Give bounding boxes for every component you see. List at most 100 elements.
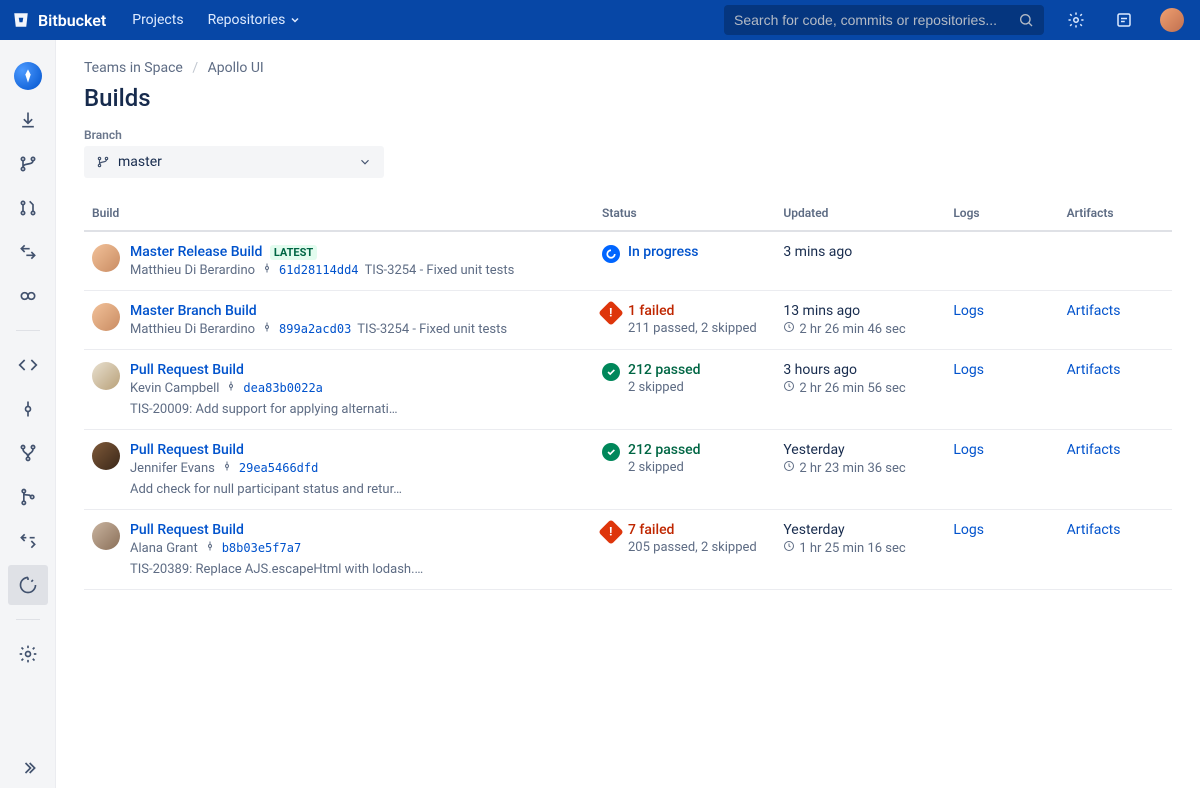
- author: Matthieu Di Berardino: [130, 263, 255, 278]
- sidebar: [0, 40, 56, 788]
- help-button[interactable]: [1108, 4, 1140, 36]
- logs-link[interactable]: Logs: [953, 362, 984, 378]
- sidebar-branches[interactable]: [8, 144, 48, 184]
- help-icon: [1115, 11, 1133, 29]
- breadcrumb-separator: /: [192, 60, 198, 76]
- author: Matthieu Di Berardino: [130, 322, 255, 337]
- profile-button[interactable]: [1156, 4, 1188, 36]
- table-row: Master Branch Build Matthieu Di Berardin…: [84, 291, 1172, 350]
- avatar: [92, 522, 120, 550]
- chevron-down-icon: [289, 14, 301, 26]
- updated-when: 13 mins ago: [783, 303, 937, 319]
- status-secondary: 211 passed, 2 skipped: [628, 321, 757, 336]
- sidebar-settings[interactable]: [8, 634, 48, 674]
- commit-icon: [261, 262, 273, 278]
- commit-hash[interactable]: 61d28114dd4: [279, 263, 358, 277]
- divider: [16, 619, 40, 620]
- settings-button[interactable]: [1060, 4, 1092, 36]
- sidebar-pullrequests[interactable]: [8, 188, 48, 228]
- link-icon: [18, 286, 38, 306]
- breadcrumb-project[interactable]: Teams in Space: [84, 60, 183, 76]
- duration: 2 hr 26 min 46 sec: [783, 321, 937, 337]
- build-title[interactable]: Pull Request Build: [130, 442, 244, 458]
- build-title[interactable]: Pull Request Build: [130, 522, 244, 538]
- sidebar-compare[interactable]: [8, 232, 48, 272]
- duration: 2 hr 23 min 36 sec: [783, 460, 937, 476]
- search-input[interactable]: [734, 12, 1010, 28]
- duration: 2 hr 26 min 56 sec: [783, 380, 937, 396]
- sidebar-commits[interactable]: [8, 389, 48, 429]
- author: Jennifer Evans: [130, 461, 215, 476]
- build-title[interactable]: Master Branch Build: [130, 303, 257, 319]
- avatar: [92, 303, 120, 331]
- sidebar-builds[interactable]: [8, 565, 48, 605]
- download-icon: [18, 110, 38, 130]
- commit-message: TIS-3254 - Fixed unit tests: [365, 263, 515, 278]
- commit-hash[interactable]: b8b03e5f7a7: [222, 541, 301, 555]
- branch-selector[interactable]: master: [84, 146, 384, 178]
- col-updated: Updated: [775, 198, 945, 231]
- main-content: Teams in Space / Apollo UI Builds Branch…: [56, 40, 1200, 788]
- branch-selected: master: [118, 154, 162, 170]
- table-row: Pull Request Build Kevin Campbell dea83b…: [84, 350, 1172, 430]
- breadcrumb-repo[interactable]: Apollo UI: [208, 60, 264, 76]
- build-title[interactable]: Master Release Build: [130, 244, 262, 260]
- sidebar-pipelines[interactable]: [8, 276, 48, 316]
- logs-link[interactable]: Logs: [953, 442, 984, 458]
- artifacts-link[interactable]: Artifacts: [1067, 442, 1121, 458]
- nav-repositories[interactable]: Repositories: [198, 6, 312, 34]
- branch-icon: [18, 443, 38, 463]
- col-logs: Logs: [945, 198, 1058, 231]
- sidebar-expand[interactable]: [8, 748, 48, 788]
- logs-link[interactable]: Logs: [953, 522, 984, 538]
- status-primary: 212 passed: [628, 442, 701, 458]
- nav-projects-label: Projects: [132, 12, 183, 28]
- brand[interactable]: Bitbucket: [12, 11, 106, 30]
- builds-table: Build Status Updated Logs Artifacts Mast…: [84, 198, 1172, 590]
- global-search[interactable]: [724, 5, 1044, 35]
- avatar: [92, 244, 120, 272]
- status-secondary: 2 skipped: [628, 380, 701, 395]
- fork-icon: [18, 531, 38, 551]
- search-icon: [1018, 12, 1034, 28]
- artifacts-link[interactable]: Artifacts: [1067, 303, 1121, 319]
- nav-projects[interactable]: Projects: [122, 6, 193, 34]
- commit-hash[interactable]: 29ea5466dfd: [239, 461, 318, 475]
- gear-icon: [18, 644, 38, 664]
- expand-icon: [18, 758, 38, 778]
- duration: 1 hr 25 min 16 sec: [783, 540, 937, 556]
- logs-link[interactable]: Logs: [953, 303, 984, 319]
- branch-label: Branch: [84, 128, 1172, 142]
- code-icon: [18, 355, 38, 375]
- table-row: Pull Request Build Jennifer Evans 29ea54…: [84, 430, 1172, 510]
- branch-icon: [18, 154, 38, 174]
- sidebar-forks[interactable]: [8, 521, 48, 561]
- builds-icon: [18, 575, 38, 595]
- commit-message: TIS-3254 - Fixed unit tests: [357, 322, 507, 337]
- avatar: [92, 442, 120, 470]
- status-secondary: 2 skipped: [628, 460, 701, 475]
- commit-icon: [225, 380, 237, 396]
- branch-icon: [96, 155, 110, 169]
- clock-icon: [783, 460, 795, 476]
- status-primary: 7 failed: [628, 522, 757, 538]
- avatar: [1160, 8, 1184, 32]
- commit-hash[interactable]: dea83b0022a: [243, 381, 322, 395]
- sidebar-branches2[interactable]: [8, 433, 48, 473]
- status-primary: 1 failed: [628, 303, 757, 319]
- avatar: [92, 362, 120, 390]
- sidebar-project[interactable]: [8, 56, 48, 96]
- status-secondary: 205 passed, 2 skipped: [628, 540, 757, 555]
- page-title: Builds: [84, 84, 1172, 112]
- commit-icon: [261, 321, 273, 337]
- build-title[interactable]: Pull Request Build: [130, 362, 244, 378]
- pull-request-icon: [18, 198, 38, 218]
- artifacts-link[interactable]: Artifacts: [1067, 522, 1121, 538]
- commit-message: Add check for null participant status an…: [130, 482, 402, 497]
- commit-hash[interactable]: 899a2acd03: [279, 322, 351, 336]
- sidebar-clone[interactable]: [8, 100, 48, 140]
- sidebar-prs2[interactable]: [8, 477, 48, 517]
- commit-icon: [18, 399, 38, 419]
- sidebar-source[interactable]: [8, 345, 48, 385]
- artifacts-link[interactable]: Artifacts: [1067, 362, 1121, 378]
